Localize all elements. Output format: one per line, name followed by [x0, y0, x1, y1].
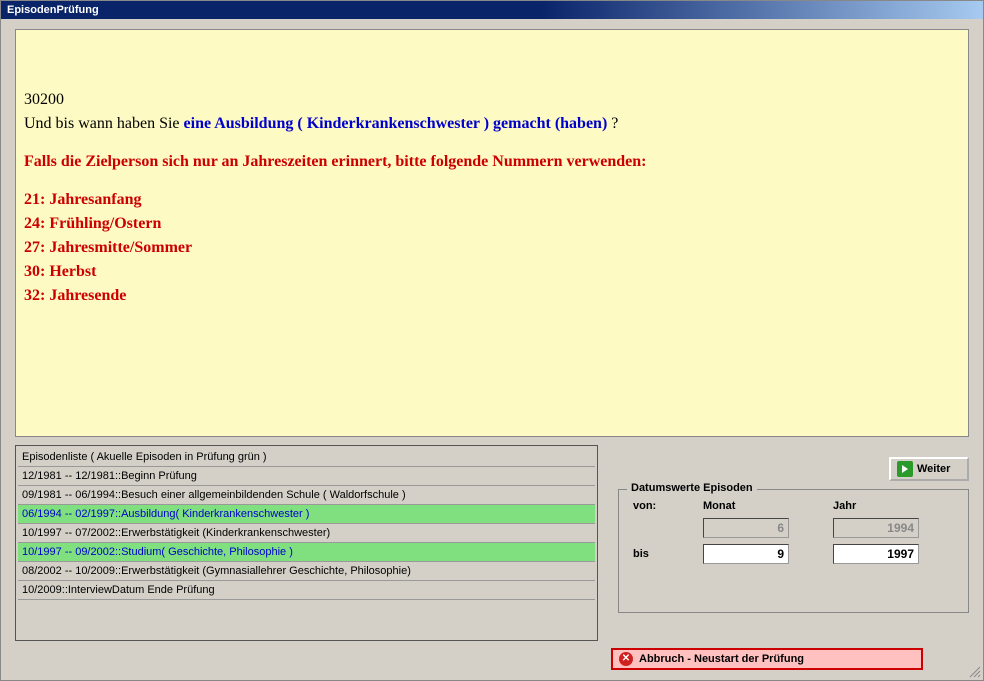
- dates-legend: Datumswerte Episoden: [627, 482, 757, 494]
- weiter-button[interactable]: Weiter: [889, 457, 969, 481]
- hint-line: 24: Frühling/Ostern: [24, 214, 960, 234]
- von-month-input: [703, 518, 789, 538]
- episode-row[interactable]: 08/2002 -- 10/2009::Erwerbstätigkeit (Gy…: [18, 562, 595, 581]
- weiter-label: Weiter: [917, 463, 950, 475]
- lower-area: Episodenliste ( Akuelle Episoden in Prüf…: [15, 445, 969, 641]
- episode-row[interactable]: 10/1997 -- 09/2002::Studium( Geschichte,…: [18, 543, 595, 562]
- episode-row[interactable]: 06/1994 -- 02/1997::Ausbildung( Kinderkr…: [18, 505, 595, 524]
- abort-label: Abbruch - Neustart der Prüfung: [639, 653, 804, 665]
- question-code: 30200: [24, 90, 960, 110]
- episodes-list: Episodenliste ( Akuelle Episoden in Prüf…: [15, 445, 598, 641]
- titlebar: EpisodenPrüfung: [1, 1, 983, 19]
- episode-row[interactable]: 10/2009::InterviewDatum Ende Prüfung: [18, 581, 595, 600]
- episodes-header: Episodenliste ( Akuelle Episoden in Prüf…: [18, 448, 595, 467]
- question-prefix: Und bis wann haben Sie: [24, 115, 184, 132]
- app-window: EpisodenPrüfung 30200 Und bis wann haben…: [0, 0, 984, 681]
- hint-line: 30: Herbst: [24, 262, 960, 282]
- von-year-input: [833, 518, 919, 538]
- episode-row[interactable]: 09/1981 -- 06/1994::Besuch einer allgeme…: [18, 486, 595, 505]
- right-column: Weiter Datumswerte Episoden von: Monat J…: [608, 445, 969, 641]
- bis-label: bis: [633, 548, 673, 560]
- resize-grip[interactable]: [967, 664, 981, 678]
- question-panel: 30200 Und bis wann haben Sie eine Ausbil…: [15, 29, 969, 437]
- year-label: Jahr: [833, 500, 933, 512]
- hint-line: 27: Jahresmitte/Sommer: [24, 238, 960, 258]
- dates-fieldset: Datumswerte Episoden von: Monat Jahr bis: [618, 489, 969, 613]
- hint-line: 32: Jahresende: [24, 286, 960, 306]
- bis-month-input[interactable]: [703, 544, 789, 564]
- month-label: Monat: [703, 500, 803, 512]
- bis-year-input[interactable]: [833, 544, 919, 564]
- abort-button[interactable]: ✕ Abbruch - Neustart der Prüfung: [611, 648, 923, 670]
- question-suffix: ?: [607, 115, 618, 132]
- hint-intro: Falls die Zielperson sich nur an Jahresz…: [24, 152, 960, 172]
- cancel-icon: ✕: [619, 652, 633, 666]
- window-title: EpisodenPrüfung: [7, 4, 99, 16]
- von-label: von:: [633, 500, 673, 512]
- hint-line: 21: Jahresanfang: [24, 190, 960, 210]
- arrow-right-icon: [897, 461, 913, 477]
- question-text: Und bis wann haben Sie eine Ausbildung (…: [24, 114, 960, 134]
- question-highlight: eine Ausbildung ( Kinderkrankenschwester…: [184, 115, 608, 132]
- episode-row[interactable]: 10/1997 -- 07/2002::Erwerbstätigkeit (Ki…: [18, 524, 595, 543]
- episode-row[interactable]: 12/1981 -- 12/1981::Beginn Prüfung: [18, 467, 595, 486]
- client-area: 30200 Und bis wann haben Sie eine Ausbil…: [1, 19, 983, 651]
